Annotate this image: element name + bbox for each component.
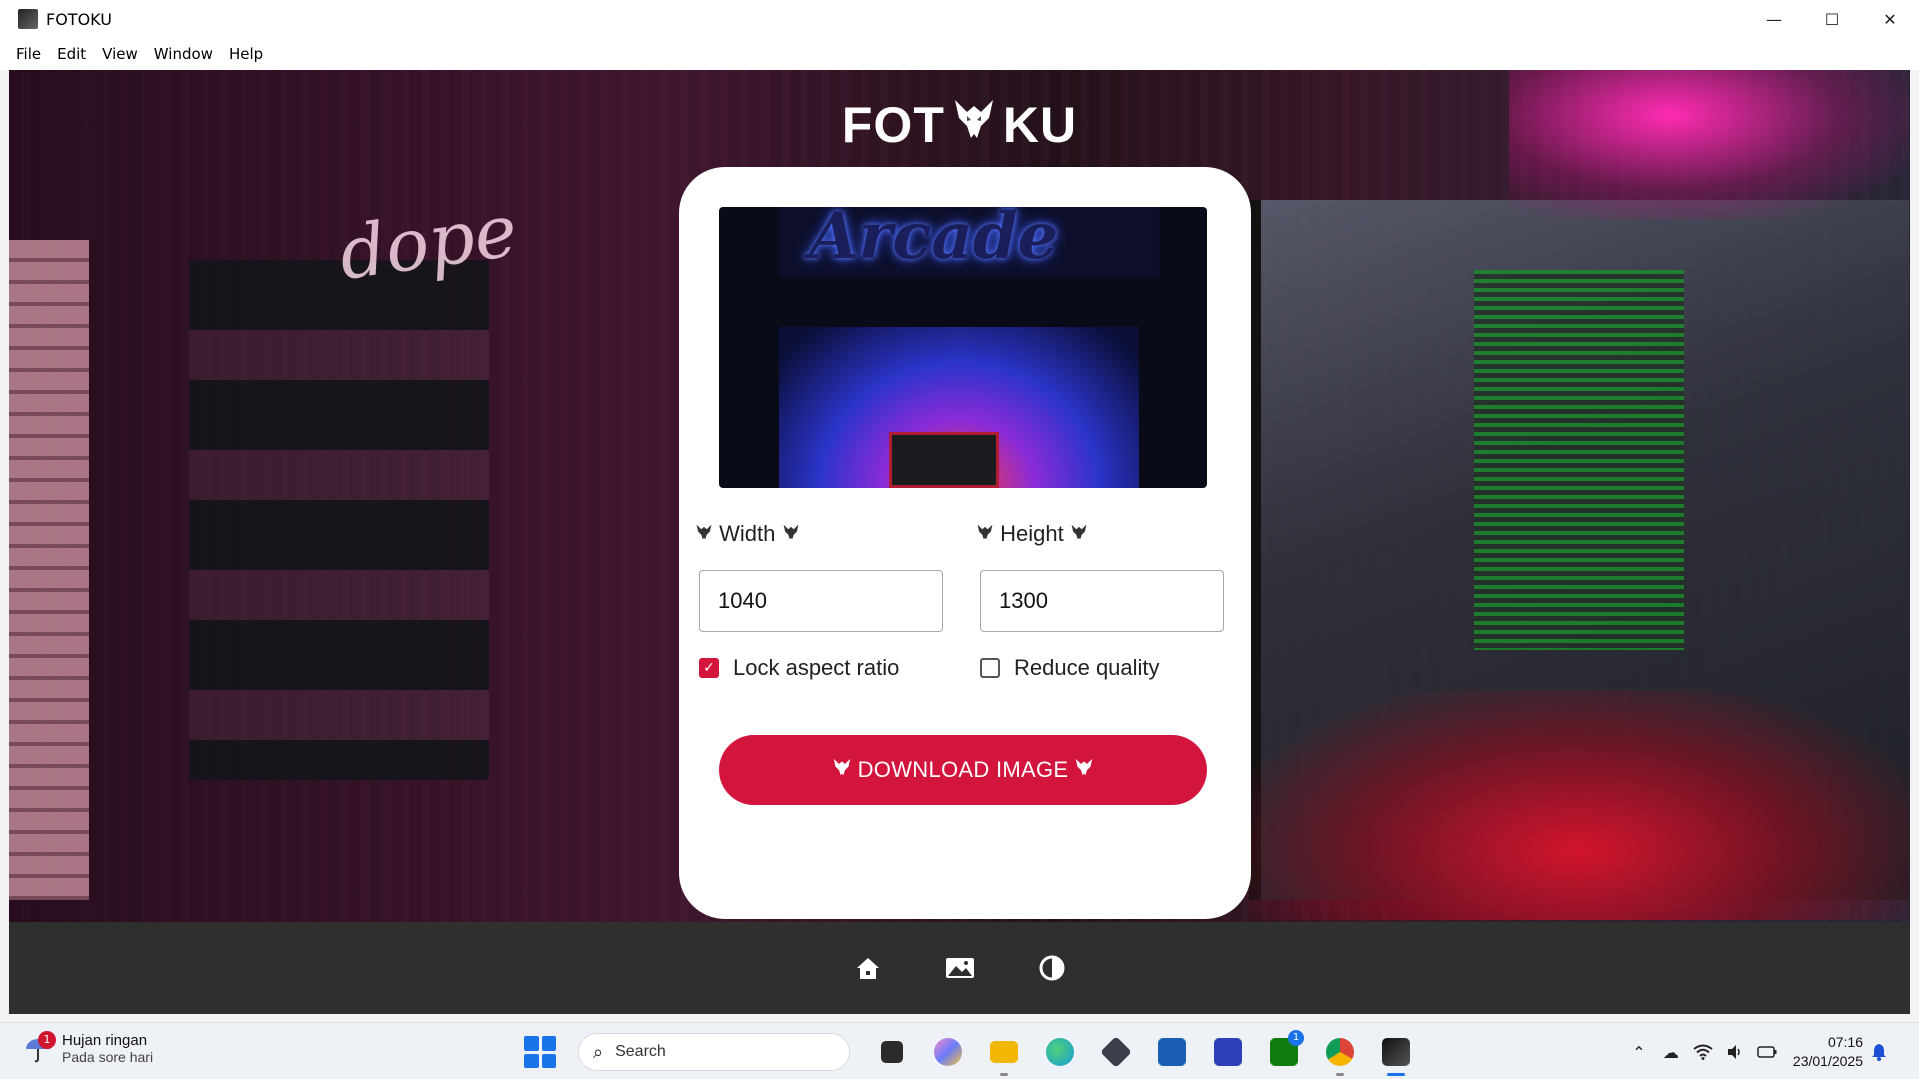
contrast-icon[interactable] <box>1036 952 1068 984</box>
volume-icon[interactable] <box>1724 1041 1746 1063</box>
download-label: DOWNLOAD IMAGE <box>857 757 1069 782</box>
app-content: dope FOT KU Arcade Width Height 1040 130… <box>9 70 1910 922</box>
lock-aspect-row[interactable]: ✓ Lock aspect ratio <box>699 655 899 681</box>
task-view-icon[interactable] <box>872 1032 912 1072</box>
wolf-icon <box>976 521 1000 546</box>
xbox-badge: 1 <box>1288 1030 1304 1046</box>
microsoft-store-icon[interactable] <box>1152 1032 1192 1072</box>
home-icon[interactable] <box>852 952 884 984</box>
wolf-logo-icon <box>951 96 997 154</box>
clock-time: 07:16 <box>1827 1034 1863 1050</box>
app-logo: FOT KU <box>9 96 1910 154</box>
height-label-text: Height <box>1000 521 1064 546</box>
weather-widget[interactable]: 1 Hujan ringan Pada sore hari <box>24 1030 154 1065</box>
menu-help[interactable]: Help <box>221 45 271 63</box>
edge-icon[interactable] <box>1040 1032 1080 1072</box>
copilot-icon[interactable] <box>928 1032 968 1072</box>
logo-text-right: KU <box>1002 97 1078 153</box>
app-icon <box>18 9 38 29</box>
menu-bar: File Edit View Window Help <box>0 38 1919 70</box>
chrome-icon[interactable] <box>1320 1032 1360 1076</box>
app-cube-icon[interactable] <box>1096 1032 1136 1072</box>
onedrive-offline-icon[interactable]: ☁ <box>1660 1041 1682 1063</box>
close-button[interactable]: ✕ <box>1861 0 1919 38</box>
bottom-nav <box>9 922 1910 1014</box>
title-bar: FOTOKU — ☐ ✕ <box>0 0 1919 38</box>
wolf-icon <box>782 521 800 546</box>
minimize-button[interactable]: — <box>1745 0 1803 38</box>
reduce-quality-row[interactable]: Reduce quality <box>980 655 1160 681</box>
gallery-icon[interactable] <box>944 952 976 984</box>
taskbar-search[interactable]: ⌕ Search <box>578 1033 850 1071</box>
width-label-text: Width <box>719 521 776 546</box>
reduce-quality-checkbox[interactable] <box>980 658 1000 678</box>
taskbar-center: ⌕ Search 1 <box>524 1030 1424 1076</box>
search-icon: ⌕ <box>593 1041 604 1063</box>
height-label: Height <box>976 521 1088 547</box>
image-preview: Arcade <box>719 207 1207 488</box>
taskbar: 1 Hujan ringan Pada sore hari ⌕ Search 1… <box>0 1022 1919 1079</box>
wifi-icon[interactable] <box>1692 1041 1714 1063</box>
lock-aspect-checkbox[interactable]: ✓ <box>699 658 719 678</box>
menu-view[interactable]: View <box>94 45 146 63</box>
background-photo-terminal <box>1474 270 1684 650</box>
background-red-glow <box>1249 690 1909 920</box>
wolf-icon <box>832 757 852 783</box>
maximize-button[interactable]: ☐ <box>1803 0 1861 38</box>
wolf-icon <box>695 521 719 546</box>
preview-arcade-machine <box>889 432 999 488</box>
weather-title: Hujan ringan <box>62 1032 148 1049</box>
window-controls: — ☐ ✕ <box>1745 0 1919 38</box>
menu-window[interactable]: Window <box>146 45 221 63</box>
clock[interactable]: 07:16 23/01/2025 <box>1793 1033 1863 1071</box>
width-input[interactable] <box>699 570 943 632</box>
xbox-icon[interactable]: 1 <box>1264 1030 1304 1072</box>
battery-icon[interactable] <box>1756 1041 1778 1063</box>
menu-edit[interactable]: Edit <box>49 45 94 63</box>
file-explorer-icon[interactable] <box>984 1032 1024 1076</box>
system-tray: ⌃ ☁ 07:16 23/01/2025 <box>1623 1031 1895 1073</box>
menu-file[interactable]: File <box>8 45 49 63</box>
preview-sign-text: Arcade <box>809 207 1059 274</box>
start-button[interactable] <box>524 1036 556 1068</box>
background-photo-blinds <box>9 240 89 900</box>
umbrella-icon: 1 <box>24 1030 56 1063</box>
lock-aspect-label: Lock aspect ratio <box>733 655 900 680</box>
app-blue-icon[interactable] <box>1208 1032 1248 1072</box>
weather-badge: 1 <box>38 1030 56 1049</box>
clock-date: 23/01/2025 <box>1792 1053 1863 1069</box>
background-neon-sign: dope <box>334 188 523 296</box>
weather-subtitle: Pada sore hari <box>62 1049 154 1065</box>
height-input[interactable] <box>980 570 1224 632</box>
width-label: Width <box>695 521 800 547</box>
notification-bell-icon[interactable] <box>1868 1041 1890 1063</box>
logo-text-left: FOT <box>841 97 945 153</box>
fotoku-taskbar-icon[interactable] <box>1376 1032 1416 1076</box>
wolf-icon <box>1070 521 1088 546</box>
download-image-button[interactable]: DOWNLOAD IMAGE <box>719 735 1207 805</box>
resize-card: Arcade Width Height ✓ Lock <box>679 167 1251 919</box>
chevron-up-icon[interactable]: ⌃ <box>1628 1041 1650 1063</box>
wolf-icon <box>1074 757 1094 783</box>
search-placeholder: Search <box>615 1043 666 1060</box>
window-title: FOTOKU <box>46 9 112 29</box>
reduce-quality-label: Reduce quality <box>1014 655 1160 680</box>
background-photo-keyboards <box>189 260 489 780</box>
